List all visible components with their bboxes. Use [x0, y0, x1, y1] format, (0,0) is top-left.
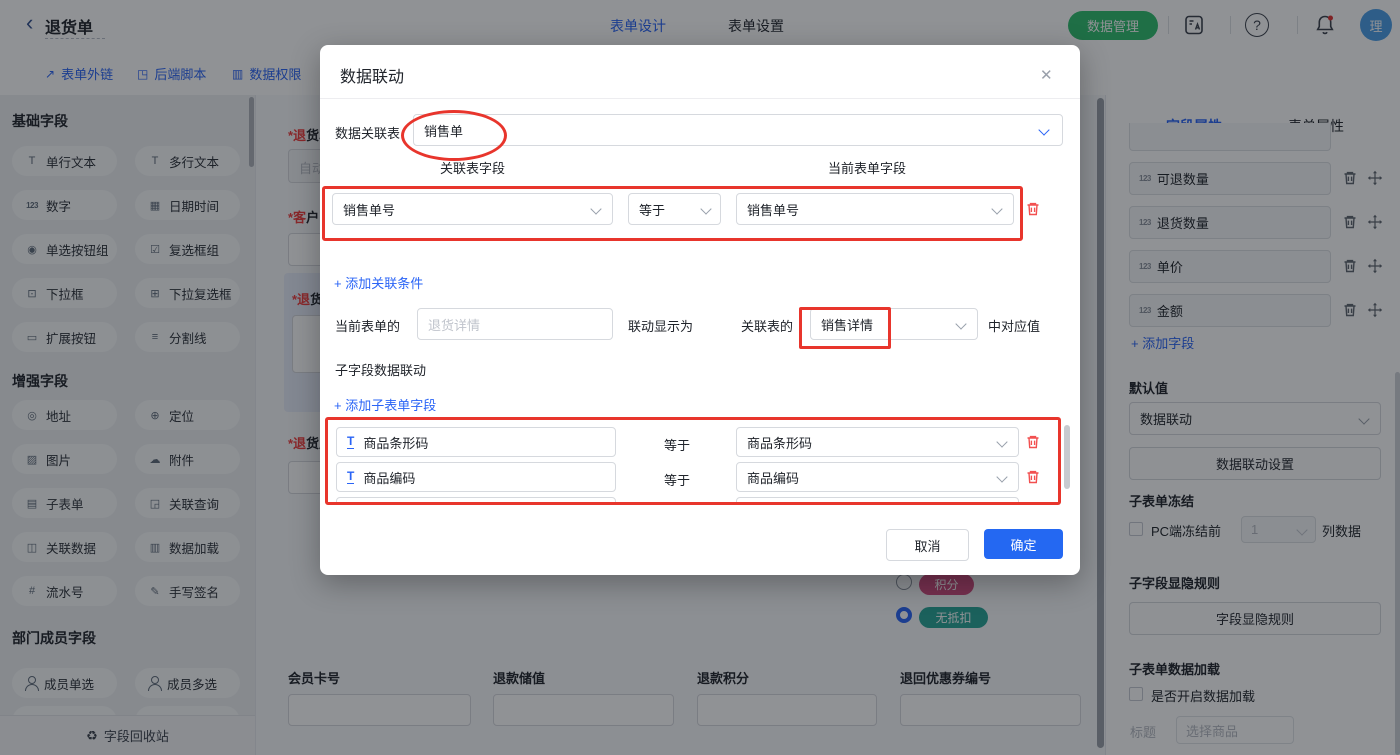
annotation-ellipse-relation-table	[401, 110, 507, 161]
current-form-field-input[interactable]: 退货详情	[417, 308, 613, 340]
chevron-down-icon	[1038, 124, 1049, 135]
relation-table-label: 数据关联表	[335, 123, 400, 142]
add-condition-link[interactable]: + 添加关联条件	[334, 273, 423, 292]
display-as-label: 联动显示为	[628, 316, 693, 335]
delete-condition-icon[interactable]	[1025, 201, 1041, 217]
app-window: ‹ 退货单 表单设计 表单设置 数据管理 ? 理 ↗ 表单外链 ◳ 后端脚本 ▥…	[0, 0, 1400, 755]
column-header-current-field: 当前表单字段	[828, 158, 906, 177]
annotation-box-condition-row	[322, 186, 1023, 241]
corresponding-value-label: 中对应值	[988, 316, 1040, 335]
modal-header-divider	[320, 98, 1080, 99]
modal-scrollbar[interactable]	[1064, 425, 1070, 489]
close-icon[interactable]: ✕	[1040, 66, 1053, 84]
annotation-box-subrows	[325, 417, 1061, 505]
annotation-box-related-field	[799, 307, 891, 349]
subfield-linkage-title: 子字段数据联动	[335, 360, 426, 379]
cancel-button[interactable]: 取消	[886, 529, 969, 561]
confirm-button[interactable]: 确定	[984, 529, 1063, 559]
relation-table-select[interactable]: 销售单	[413, 114, 1063, 146]
modal-title: 数据联动	[340, 63, 404, 87]
related-table-label: 关联表的	[741, 316, 793, 335]
current-form-label: 当前表单的	[335, 316, 400, 335]
chevron-down-icon	[955, 318, 966, 329]
add-subform-field-link[interactable]: + 添加子表单字段	[334, 395, 436, 414]
